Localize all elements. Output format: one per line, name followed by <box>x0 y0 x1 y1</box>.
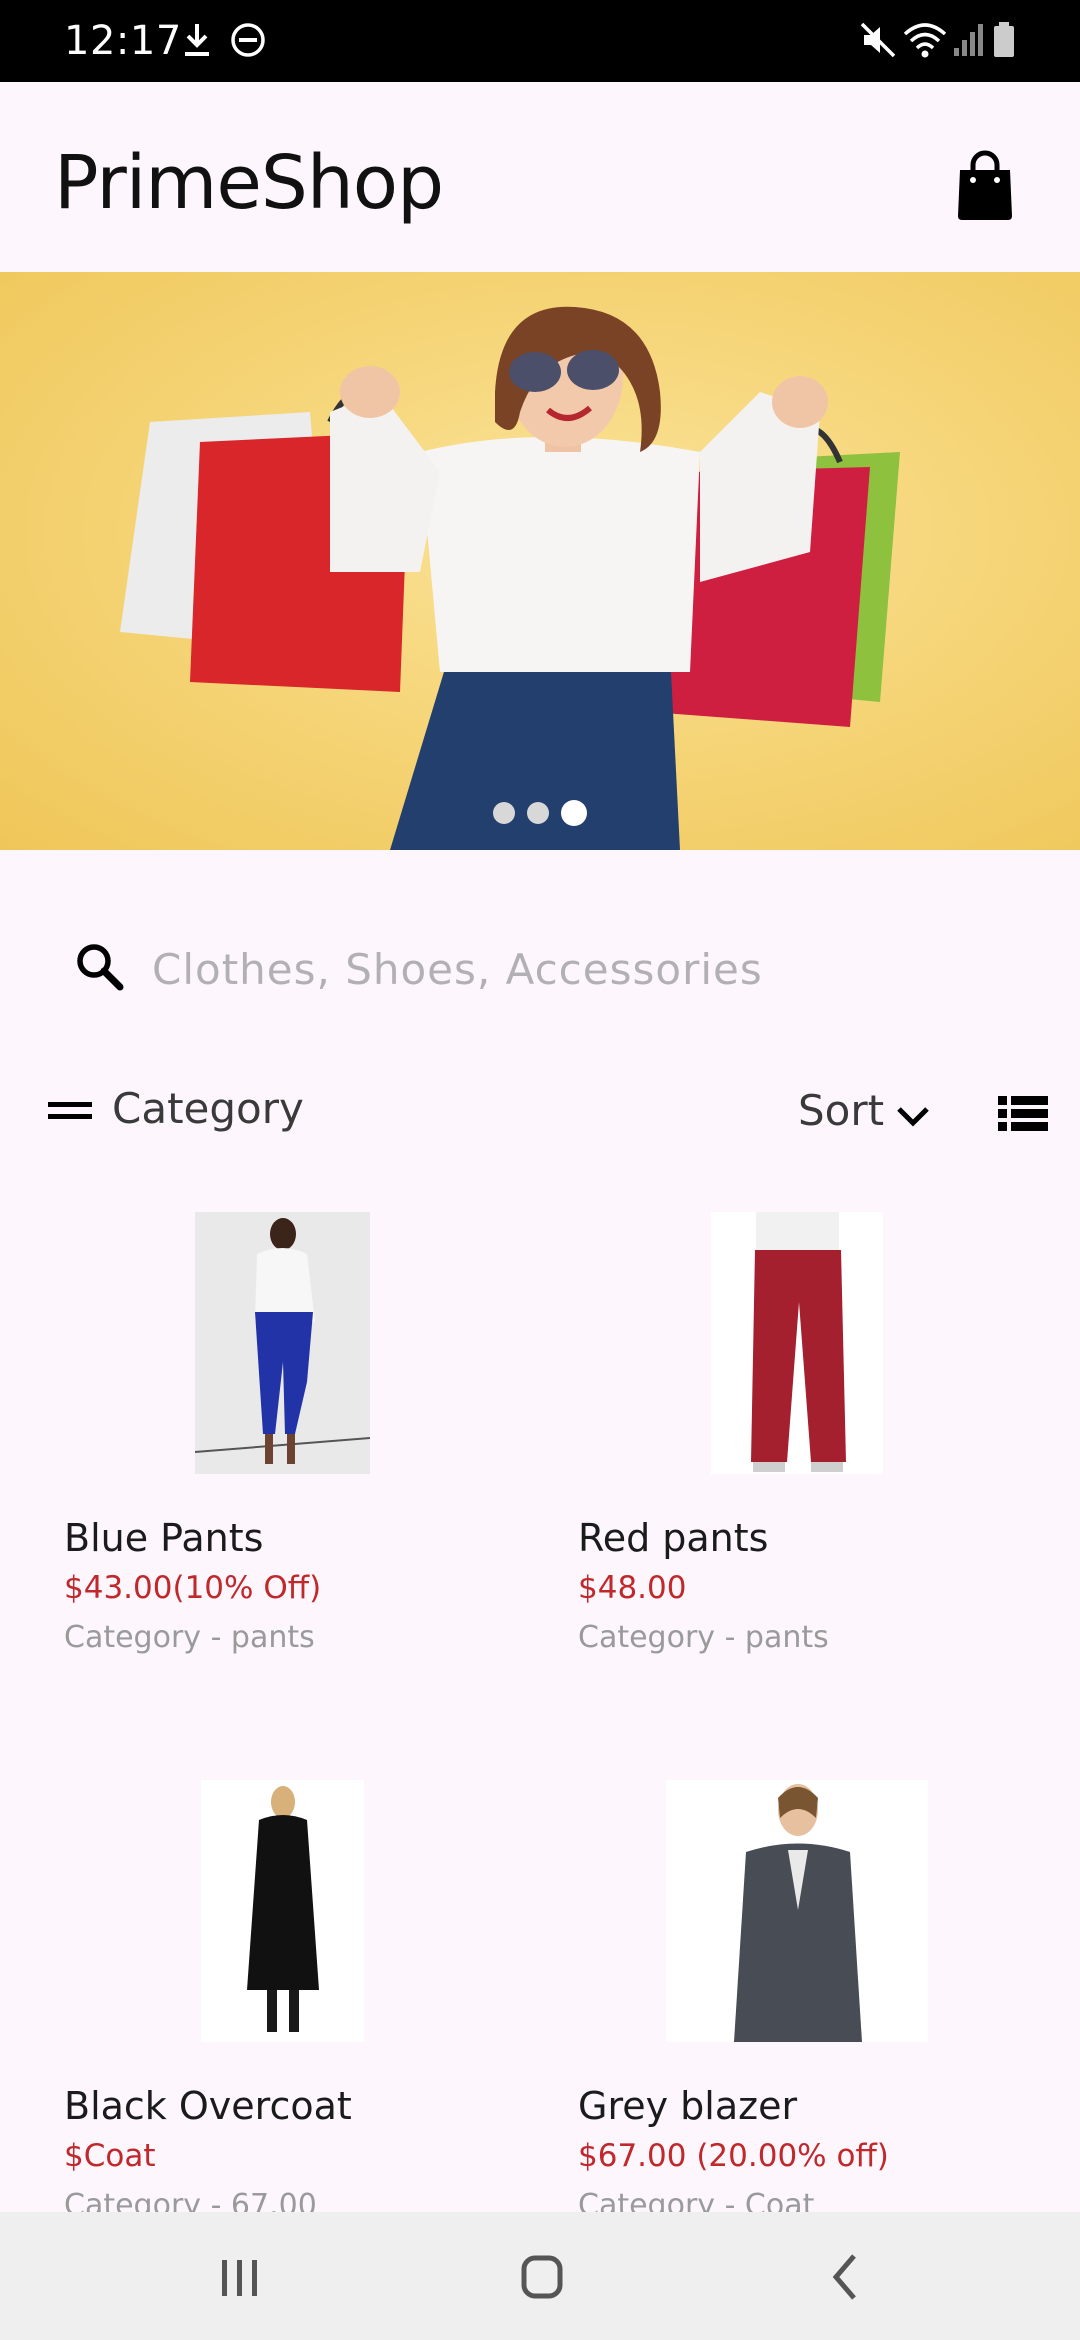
product-price: $43.00(10% Off) <box>64 1570 322 1606</box>
category-label: Category <box>112 1084 304 1133</box>
product-image[interactable] <box>195 1212 370 1474</box>
menu-icon <box>48 1102 92 1119</box>
product-name: Red pants <box>578 1516 769 1560</box>
search-input[interactable] <box>150 933 1034 1005</box>
product-photo <box>195 1212 370 1474</box>
product-image[interactable] <box>666 1780 928 2042</box>
sort-button[interactable]: Sort <box>798 1070 938 1150</box>
product-image[interactable] <box>711 1212 883 1474</box>
product-price: $67.00 (20.00% off) <box>578 2138 889 2174</box>
banner-image <box>120 306 900 850</box>
home-icon[interactable] <box>507 2242 577 2312</box>
product-photo <box>666 1780 928 2042</box>
product-price: $48.00 <box>578 1570 687 1606</box>
product-card[interactable]: Black Overcoat $Coat Category - 67.00 <box>64 1780 534 2223</box>
filter-row: Category Sort <box>0 1070 1080 1150</box>
carousel-dot[interactable] <box>493 802 515 824</box>
cart-button[interactable] <box>954 150 1016 220</box>
app-header: PrimeShop <box>0 82 1080 272</box>
list-view-icon[interactable] <box>998 1094 1048 1134</box>
recent-apps-icon[interactable] <box>205 2242 275 2312</box>
status-bar: 12:17 <box>0 0 1080 82</box>
product-name: Blue Pants <box>64 1516 264 1560</box>
product-name: Grey blazer <box>578 2084 798 2128</box>
product-card[interactable]: Blue Pants $43.00(10% Off) Category - pa… <box>64 1212 534 1672</box>
shopping-bag-icon <box>958 150 1012 220</box>
product-card[interactable]: Red pants $48.00 Category - pants <box>578 1212 1048 1672</box>
battery-icon <box>994 22 1014 57</box>
hero-banner[interactable] <box>0 272 1080 850</box>
app-title: PrimeShop <box>54 140 444 226</box>
mute-icon <box>860 22 896 58</box>
status-time: 12:17 <box>64 18 182 64</box>
sort-label: Sort <box>798 1086 885 1135</box>
category-button[interactable]: Category <box>48 1070 328 1150</box>
download-icon <box>185 24 209 56</box>
carousel-dot[interactable] <box>527 802 549 824</box>
wifi-icon <box>903 23 947 58</box>
do-not-disturb-icon <box>231 23 265 57</box>
product-category: Category - pants <box>64 1620 315 1655</box>
search-bar <box>0 905 1080 1031</box>
chevron-down-icon <box>897 1107 929 1127</box>
search-icon[interactable] <box>72 939 128 995</box>
product-image[interactable] <box>201 1780 364 2042</box>
system-nav-bar <box>0 2212 1080 2340</box>
product-photo <box>201 1780 364 2042</box>
signal-icon <box>954 24 983 56</box>
carousel-indicators[interactable] <box>0 800 1080 828</box>
product-price: $Coat <box>64 2138 156 2174</box>
back-icon[interactable] <box>810 2242 880 2312</box>
carousel-dot-active[interactable] <box>561 800 587 826</box>
product-photo <box>711 1212 883 1474</box>
product-category: Category - pants <box>578 1620 829 1655</box>
product-card[interactable]: Grey blazer $67.00 (20.00% off) Category… <box>578 1780 1048 2223</box>
product-name: Black Overcoat <box>64 2084 352 2128</box>
